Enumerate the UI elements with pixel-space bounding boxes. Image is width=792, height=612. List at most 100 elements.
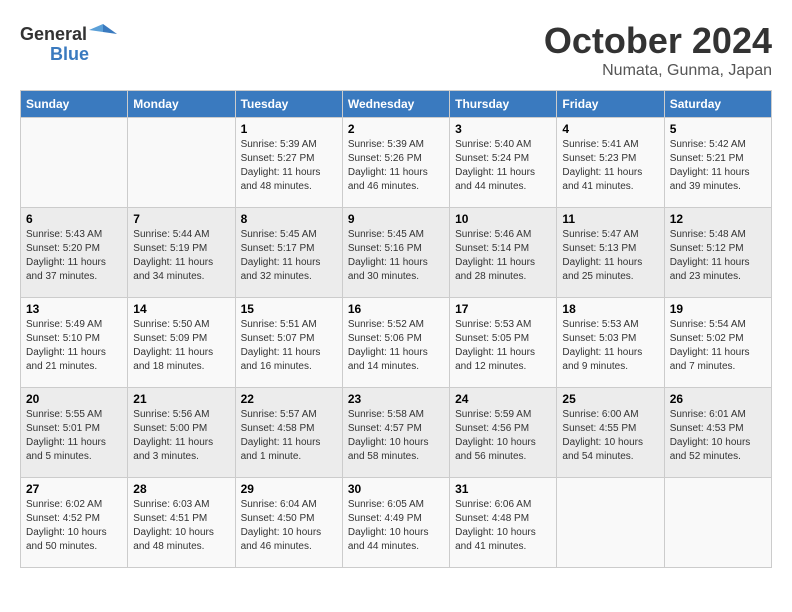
calendar-week-row: 20 Sunrise: 5:55 AM Sunset: 5:01 PM Dayli… xyxy=(21,388,772,478)
day-number: 27 xyxy=(26,482,122,496)
day-of-week-header: Monday xyxy=(128,91,235,118)
day-info: Sunrise: 5:56 AM Sunset: 5:00 PM Dayligh… xyxy=(133,408,229,464)
calendar-cell: 7 Sunrise: 5:44 AM Sunset: 5:19 PM Daylig… xyxy=(128,208,235,298)
calendar-cell: 3 Sunrise: 5:40 AM Sunset: 5:24 PM Daylig… xyxy=(450,118,557,208)
calendar-cell: 25 Sunrise: 6:00 AM Sunset: 4:55 PM Dayli… xyxy=(557,388,664,478)
calendar-cell xyxy=(557,478,664,568)
calendar-header-row: SundayMondayTuesdayWednesdayThursdayFrid… xyxy=(21,91,772,118)
day-number: 19 xyxy=(670,302,766,316)
day-number: 18 xyxy=(562,302,658,316)
day-number: 9 xyxy=(348,212,444,226)
calendar-cell: 16 Sunrise: 5:52 AM Sunset: 5:06 PM Dayli… xyxy=(342,298,449,388)
calendar-cell: 31 Sunrise: 6:06 AM Sunset: 4:48 PM Dayli… xyxy=(450,478,557,568)
calendar-cell: 14 Sunrise: 5:50 AM Sunset: 5:09 PM Dayli… xyxy=(128,298,235,388)
day-number: 22 xyxy=(241,392,337,406)
day-info: Sunrise: 5:42 AM Sunset: 5:21 PM Dayligh… xyxy=(670,138,766,194)
calendar-cell: 2Sunrise: 5:39 AM Sunset: 5:26 PM Daylig… xyxy=(342,118,449,208)
day-info: Sunrise: 5:52 AM Sunset: 5:06 PM Dayligh… xyxy=(348,318,444,374)
day-info: Sunrise: 5:59 AM Sunset: 4:56 PM Dayligh… xyxy=(455,408,551,464)
day-number: 16 xyxy=(348,302,444,316)
location-title: Numata, Gunma, Japan xyxy=(544,62,772,80)
day-number: 31 xyxy=(455,482,551,496)
day-info: Sunrise: 5:51 AM Sunset: 5:07 PM Dayligh… xyxy=(241,318,337,374)
day-number: 17 xyxy=(455,302,551,316)
day-of-week-header: Saturday xyxy=(664,91,771,118)
day-info: Sunrise: 5:58 AM Sunset: 4:57 PM Dayligh… xyxy=(348,408,444,464)
day-info: Sunrise: 5:40 AM Sunset: 5:24 PM Dayligh… xyxy=(455,138,551,194)
day-number: 3 xyxy=(455,122,551,136)
calendar-cell: 28 Sunrise: 6:03 AM Sunset: 4:51 PM Dayli… xyxy=(128,478,235,568)
calendar-cell: 29 Sunrise: 6:04 AM Sunset: 4:50 PM Dayli… xyxy=(235,478,342,568)
day-info: Sunrise: 5:49 AM Sunset: 5:10 PM Dayligh… xyxy=(26,318,122,374)
day-info: Sunrise: 5:44 AM Sunset: 5:19 PM Dayligh… xyxy=(133,228,229,284)
day-info: Sunrise: 5:57 AM Sunset: 4:58 PM Dayligh… xyxy=(241,408,337,464)
logo-general-text: General xyxy=(20,24,87,45)
day-number: 6 xyxy=(26,212,122,226)
day-info: Sunrise: 6:03 AM Sunset: 4:51 PM Dayligh… xyxy=(133,498,229,554)
calendar-table: SundayMondayTuesdayWednesdayThursdayFrid… xyxy=(20,90,772,568)
day-info: Sunrise: 5:46 AM Sunset: 5:14 PM Dayligh… xyxy=(455,228,551,284)
day-number: 23 xyxy=(348,392,444,406)
month-title: October 2024 xyxy=(544,20,772,62)
day-info: Sunrise: 5:54 AM Sunset: 5:02 PM Dayligh… xyxy=(670,318,766,374)
calendar-cell: 26Sunrise: 6:01 AM Sunset: 4:53 PM Dayli… xyxy=(664,388,771,478)
day-number: 5 xyxy=(670,122,766,136)
calendar-cell: 20 Sunrise: 5:55 AM Sunset: 5:01 PM Dayli… xyxy=(21,388,128,478)
calendar-cell: 11Sunrise: 5:47 AM Sunset: 5:13 PM Dayli… xyxy=(557,208,664,298)
calendar-cell: 19 Sunrise: 5:54 AM Sunset: 5:02 PM Dayli… xyxy=(664,298,771,388)
day-number: 15 xyxy=(241,302,337,316)
day-info: Sunrise: 5:53 AM Sunset: 5:03 PM Dayligh… xyxy=(562,318,658,374)
calendar-cell: 12 Sunrise: 5:48 AM Sunset: 5:12 PM Dayli… xyxy=(664,208,771,298)
day-info: Sunrise: 5:55 AM Sunset: 5:01 PM Dayligh… xyxy=(26,408,122,464)
day-info: Sunrise: 5:39 AM Sunset: 5:26 PM Dayligh… xyxy=(348,138,444,194)
calendar-cell: 17Sunrise: 5:53 AM Sunset: 5:05 PM Dayli… xyxy=(450,298,557,388)
day-info: Sunrise: 6:02 AM Sunset: 4:52 PM Dayligh… xyxy=(26,498,122,554)
day-info: Sunrise: 6:06 AM Sunset: 4:48 PM Dayligh… xyxy=(455,498,551,554)
calendar-cell xyxy=(128,118,235,208)
day-number: 24 xyxy=(455,392,551,406)
calendar-week-row: 1Sunrise: 5:39 AM Sunset: 5:27 PM Daylig… xyxy=(21,118,772,208)
title-block: October 2024 Numata, Gunma, Japan xyxy=(544,20,772,80)
logo-blue-text: Blue xyxy=(50,44,89,65)
calendar-cell: 8Sunrise: 5:45 AM Sunset: 5:17 PM Daylig… xyxy=(235,208,342,298)
calendar-week-row: 13Sunrise: 5:49 AM Sunset: 5:10 PM Dayli… xyxy=(21,298,772,388)
day-of-week-header: Wednesday xyxy=(342,91,449,118)
calendar-cell: 5 Sunrise: 5:42 AM Sunset: 5:21 PM Daylig… xyxy=(664,118,771,208)
day-info: Sunrise: 5:41 AM Sunset: 5:23 PM Dayligh… xyxy=(562,138,658,194)
day-info: Sunrise: 5:43 AM Sunset: 5:20 PM Dayligh… xyxy=(26,228,122,284)
day-number: 11 xyxy=(562,212,658,226)
calendar-cell: 15 Sunrise: 5:51 AM Sunset: 5:07 PM Dayli… xyxy=(235,298,342,388)
calendar-cell: 4 Sunrise: 5:41 AM Sunset: 5:23 PM Daylig… xyxy=(557,118,664,208)
day-number: 20 xyxy=(26,392,122,406)
day-info: Sunrise: 6:04 AM Sunset: 4:50 PM Dayligh… xyxy=(241,498,337,554)
calendar-cell: 9Sunrise: 5:45 AM Sunset: 5:16 PM Daylig… xyxy=(342,208,449,298)
day-info: Sunrise: 6:00 AM Sunset: 4:55 PM Dayligh… xyxy=(562,408,658,464)
logo-bird-icon xyxy=(89,20,117,48)
day-number: 7 xyxy=(133,212,229,226)
day-number: 25 xyxy=(562,392,658,406)
day-number: 12 xyxy=(670,212,766,226)
day-number: 4 xyxy=(562,122,658,136)
day-number: 10 xyxy=(455,212,551,226)
logo: General Blue xyxy=(20,20,119,65)
day-of-week-header: Tuesday xyxy=(235,91,342,118)
day-number: 28 xyxy=(133,482,229,496)
calendar-cell xyxy=(21,118,128,208)
day-info: Sunrise: 6:01 AM Sunset: 4:53 PM Dayligh… xyxy=(670,408,766,464)
day-number: 29 xyxy=(241,482,337,496)
calendar-week-row: 6 Sunrise: 5:43 AM Sunset: 5:20 PM Daylig… xyxy=(21,208,772,298)
calendar-cell: 30 Sunrise: 6:05 AM Sunset: 4:49 PM Dayli… xyxy=(342,478,449,568)
day-info: Sunrise: 5:48 AM Sunset: 5:12 PM Dayligh… xyxy=(670,228,766,284)
day-number: 21 xyxy=(133,392,229,406)
day-number: 14 xyxy=(133,302,229,316)
calendar-cell: 23 Sunrise: 5:58 AM Sunset: 4:57 PM Dayli… xyxy=(342,388,449,478)
day-of-week-header: Sunday xyxy=(21,91,128,118)
page-header: General Blue October 2024 Numata, Gunma,… xyxy=(20,20,772,80)
day-of-week-header: Thursday xyxy=(450,91,557,118)
day-info: Sunrise: 5:50 AM Sunset: 5:09 PM Dayligh… xyxy=(133,318,229,374)
day-number: 30 xyxy=(348,482,444,496)
calendar-cell: 6 Sunrise: 5:43 AM Sunset: 5:20 PM Daylig… xyxy=(21,208,128,298)
day-info: Sunrise: 6:05 AM Sunset: 4:49 PM Dayligh… xyxy=(348,498,444,554)
day-number: 8 xyxy=(241,212,337,226)
calendar-cell: 21 Sunrise: 5:56 AM Sunset: 5:00 PM Dayli… xyxy=(128,388,235,478)
